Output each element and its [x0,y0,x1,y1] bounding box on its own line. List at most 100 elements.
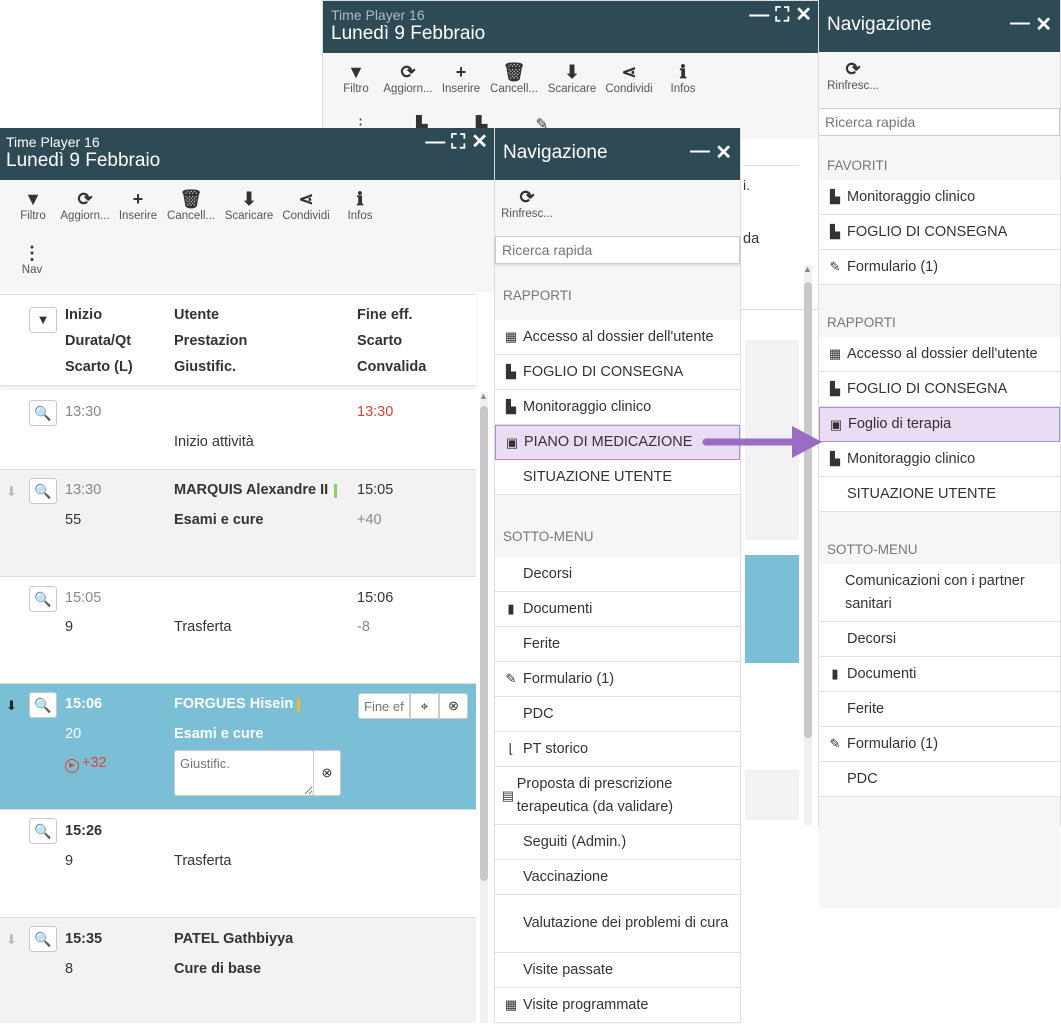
aggiorn-button[interactable]: ⟳ Aggiorn... [379,61,437,109]
nav-item[interactable]: PDC [819,762,1060,797]
clear-justification-button[interactable]: ⊗ [313,750,341,796]
condividi-button[interactable]: ⋖ Condividi [601,61,657,109]
minimize-icon[interactable]: — [749,5,769,25]
end-time-input[interactable] [358,693,410,719]
nav-item[interactable]: SITUAZIONE UTENTE [819,477,1060,512]
minimize-icon[interactable]: — [1010,0,1030,48]
nav-item[interactable]: ▦ Visite programmate [495,988,740,1023]
close-icon[interactable]: ✕ [795,5,812,25]
table-row[interactable]: ⬇ 🔍 13:30 55 MARQUIS Alexandre II Esami … [0,470,476,577]
infos-button[interactable]: ℹ Infos [334,188,386,236]
table-row-selected[interactable]: ⬇ 🔍 15:06 20 ▶ +32 FORGUES Hisein Esami e… [0,684,476,810]
nav-item[interactable]: ⌊ PT storico [495,732,740,767]
nav-item-label: Valutazione dei problemi di cura [523,915,729,931]
main-scrollbar-thumb[interactable] [480,406,488,881]
refresh-button[interactable]: ⟳ Rinfresc... [499,186,555,220]
arrow-down-icon: ⬇ [6,932,17,947]
infos-button[interactable]: ℹ Infos [657,61,709,109]
header-end: Fine eff. [357,307,413,323]
justification-input[interactable] [174,750,314,796]
nav-item[interactable]: ▦ Accesso al dossier dell'utente [819,337,1060,372]
nav-item[interactable]: ▙ FOGLIO DI CONSEGNA [819,372,1060,407]
nav-item[interactable]: Ferite [495,627,740,662]
minimize-icon[interactable]: — [425,132,445,152]
search-icon[interactable]: 🔍 [29,400,57,426]
search-icon[interactable]: 🔍 [29,586,57,612]
maximize-icon[interactable]: ⛶ [451,132,465,152]
scroll-up-icon[interactable]: ▲ [803,264,812,274]
toolbar-label: Filtro [343,83,369,95]
nav-item[interactable]: ▙ Monitoraggio clinico [819,442,1060,477]
nav-item[interactable]: Visite passate [495,953,740,988]
nav-item[interactable]: ▙ FOGLIO DI CONSEGNA [495,355,740,390]
cancell-button[interactable]: 🗑 Cancell... [162,188,220,236]
aggiorn-button[interactable]: ⟳ Aggiorn... [56,188,114,236]
locate-button[interactable]: ⌖ [410,693,439,719]
header-late: Scarto (L) [65,359,133,375]
main-toolbar: ▼ Filtro ⟳ Aggiorn... + Inserire 🗑 Cancell... ⬇ S… [0,180,494,236]
table-row[interactable]: 🔍 15:05 9 Trasferta 15:06 -8 [0,577,476,684]
nav-item[interactable]: ▮ Documenti [819,657,1060,692]
column-filter-button[interactable]: ▼ [29,307,57,333]
search-input[interactable] [495,236,740,264]
nav-item[interactable]: Decorsi [495,557,740,592]
close-icon[interactable]: ✕ [471,132,488,152]
close-icon[interactable]: ✕ [1035,0,1052,50]
search-input[interactable] [819,108,1060,136]
nav-item[interactable]: ▣ Foglio di terapia [819,407,1060,442]
arrow-down-icon: ⬇ [6,484,17,499]
book-icon: ▮ [507,601,515,616]
row-user: PATEL Gathbiyya [174,931,294,947]
nav-item[interactable]: Decorsi [819,622,1060,657]
condividi-button[interactable]: ⋖ Condividi [278,188,334,236]
document-icon: ▙ [830,451,840,466]
search-icon[interactable]: 🔍 [29,692,57,718]
document-icon: ▙ [506,399,516,414]
table-row[interactable]: 🔍 13:30 Inizio attività 13:30 [0,392,476,470]
nav-item[interactable]: ✎ Formulario (1) [819,727,1060,762]
nav-item[interactable]: SITUAZIONE UTENTE [495,460,740,495]
search-icon[interactable]: 🔍 [29,818,57,844]
nav-item[interactable]: ▮ Documenti [495,592,740,627]
scaricare-button[interactable]: ⬇ Scaricare [543,61,601,109]
nav-item[interactable]: ▦ Accesso al dossier dell'utente [495,320,740,355]
nav-item[interactable]: ▤ Proposta di prescrizione terapeutica (d… [495,767,740,825]
filtro-button[interactable]: ▼ Filtro [333,61,379,109]
table-row[interactable]: ⬇ 🔍 15:35 8 PATEL Gathbiyya Cure di base [0,918,476,1023]
scaricare-button[interactable]: ⬇ Scaricare [220,188,278,236]
nav-item[interactable]: ▙ Monitoraggio clinico [495,390,740,425]
back-peek-2: da [743,231,760,247]
nav-item[interactable]: Valutazione dei problemi di cura [495,895,740,953]
minimize-icon[interactable]: — [690,126,710,176]
header-start: Inizio [65,307,103,323]
nav-item[interactable]: PDC [495,697,740,732]
nav-item[interactable]: Ferite [819,692,1060,727]
nav-item[interactable]: ▙ FOGLIO DI CONSEGNA [819,215,1060,250]
nav-button[interactable]: ⋮ Nav [20,242,44,276]
nav-item[interactable]: ✎ Formulario (1) [819,250,1060,285]
more-icon: ⋮ [23,243,41,263]
nav-item[interactable]: Seguiti (Admin.) [495,825,740,860]
nav-item[interactable]: ✎ Formulario (1) [495,662,740,697]
close-icon[interactable]: ✕ [715,128,732,178]
scroll-up-icon[interactable]: ▲ [479,391,488,401]
toolbar-label: Cancell... [167,210,215,222]
clear-end-button[interactable]: ⊗ [439,693,468,719]
maximize-icon[interactable]: ⛶ [775,5,789,25]
inserire-button[interactable]: + Inserire [114,188,162,236]
filtro-button[interactable]: ▼ Filtro [10,188,56,236]
table-row[interactable]: 🔍 15:26 9 Trasferta [0,810,476,918]
back-scrollbar-thumb[interactable] [804,282,812,738]
nav-item-label: PT storico [523,740,589,757]
inserire-button[interactable]: + Inserire [437,61,485,109]
nav-item[interactable]: ▣ PIANO DI MEDICAZIONE [495,425,740,460]
nav-item[interactable]: Vaccinazione [495,860,740,895]
search-icon[interactable]: 🔍 [29,926,57,952]
row-service: Esami e cure [174,726,264,742]
nav-item[interactable]: ▙ Monitoraggio clinico [819,180,1060,215]
nav-item[interactable]: Comunicazioni con i partner sanitari [819,564,1060,622]
refresh-button[interactable]: ⟳ Rinfresc... [825,58,881,92]
search-icon[interactable]: 🔍 [29,478,57,504]
back-peek-1: i. [743,177,750,193]
cancell-button[interactable]: 🗑 Cancell... [485,61,543,109]
